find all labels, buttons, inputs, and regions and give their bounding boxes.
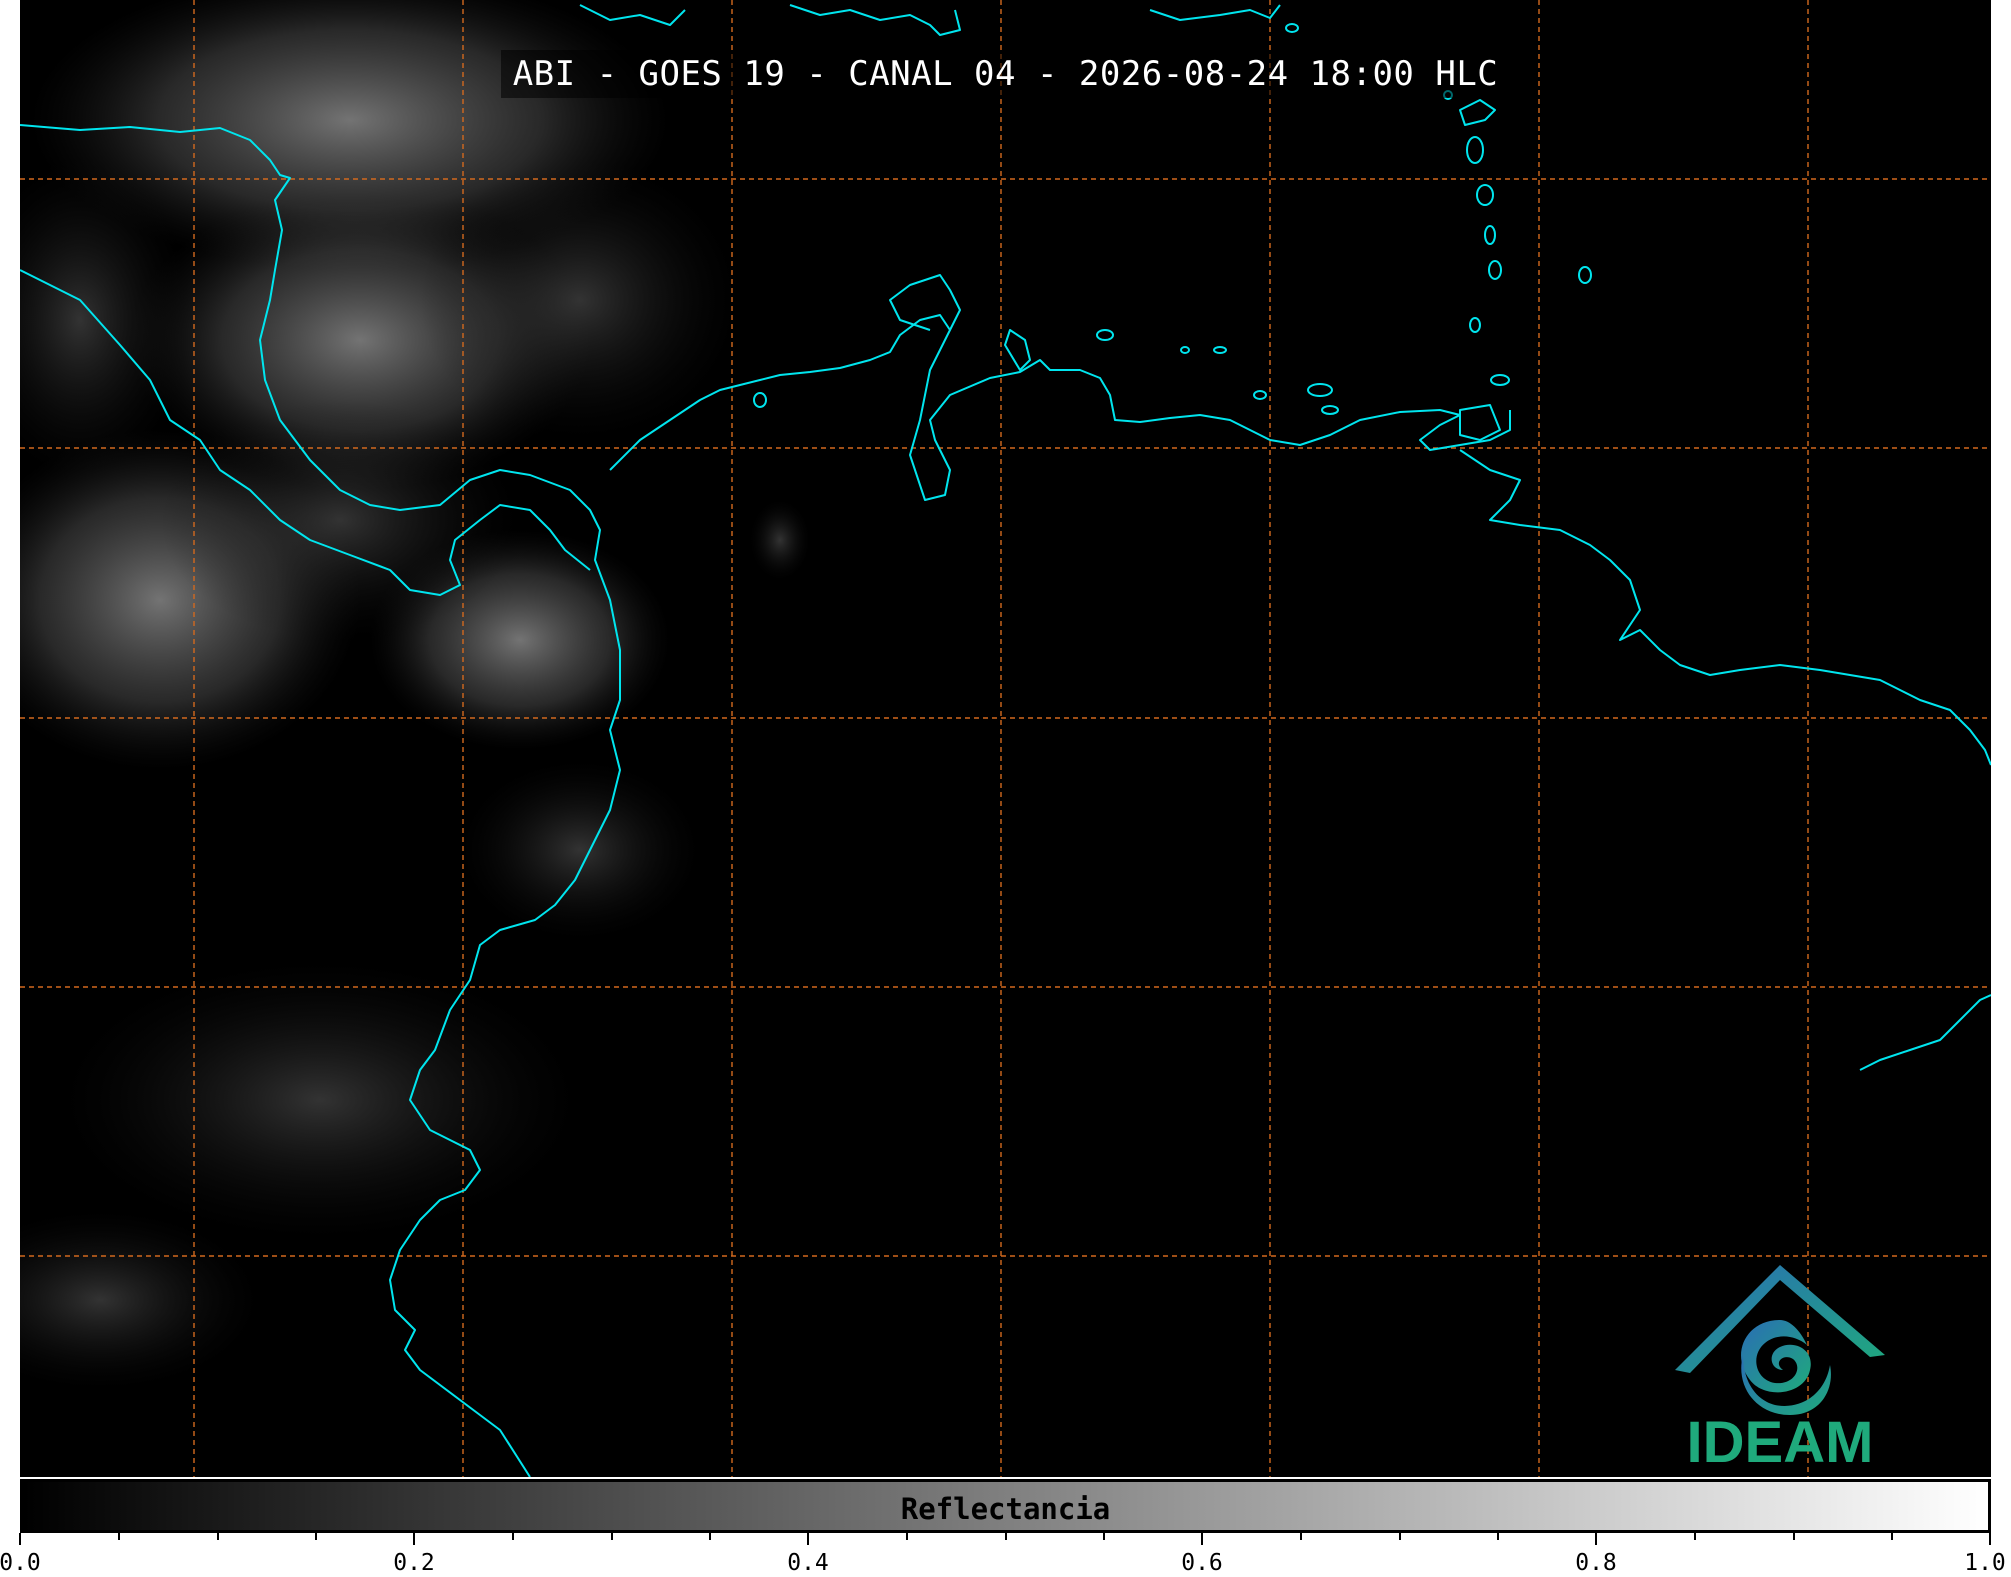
colorbar-tick-label: 0.6 <box>1181 1550 1223 1576</box>
colorbar-tick-label: 1.0 <box>1964 1550 2006 1576</box>
colorbar-tick-label: 0.8 <box>1575 1550 1617 1576</box>
colorbar-tick-label: 0.0 <box>0 1550 41 1576</box>
colorbar-tick-label: 0.4 <box>787 1550 829 1576</box>
colorbar-ticks <box>19 1533 1991 1545</box>
colorbar-tick-label: 0.2 <box>393 1550 435 1576</box>
